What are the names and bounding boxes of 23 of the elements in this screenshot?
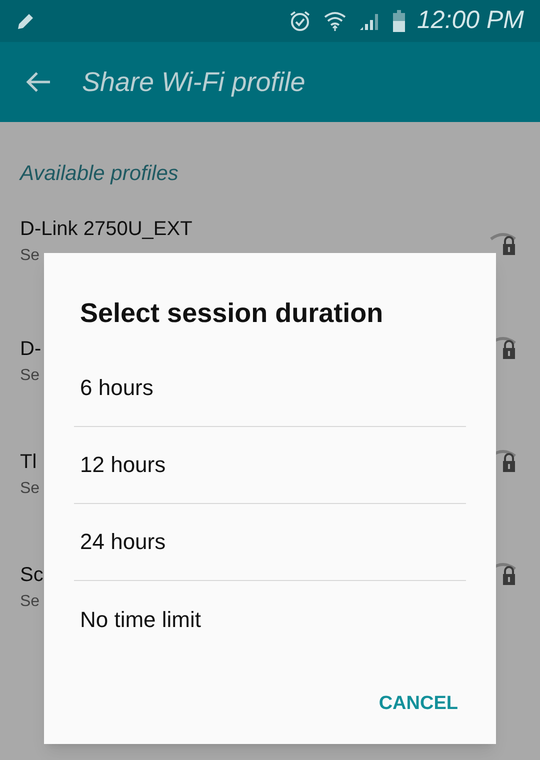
profile-name: Sc bbox=[20, 562, 44, 588]
battery-icon bbox=[392, 10, 405, 32]
dialog-title: Select session duration bbox=[79, 297, 384, 330]
pencil-icon bbox=[16, 11, 36, 31]
duration-option[interactable]: 6 hours bbox=[74, 350, 466, 426]
alarm-clock-icon bbox=[288, 10, 311, 32]
duration-option[interactable]: 24 hours bbox=[74, 504, 466, 580]
profile-subtitle: Se bbox=[20, 478, 40, 498]
back-arrow-icon bbox=[26, 71, 52, 93]
status-time: 12:00 PM bbox=[416, 5, 524, 36]
profile-name: Tl bbox=[20, 450, 38, 474]
duration-option[interactable]: No time limit bbox=[74, 580, 466, 658]
section-header: Available profiles bbox=[20, 161, 180, 187]
duration-option[interactable]: 12 hours bbox=[74, 426, 466, 504]
profile-name: D- bbox=[20, 336, 42, 362]
profile-subtitle: Se bbox=[20, 366, 41, 386]
profile-subtitle: Se bbox=[20, 592, 41, 612]
signal-icon bbox=[358, 11, 381, 31]
cancel-button[interactable]: CANCEL bbox=[370, 682, 466, 726]
wifi-icon bbox=[322, 10, 347, 32]
app-bar-title: Share Wi-Fi profile bbox=[82, 66, 306, 99]
profile-subtitle: Se bbox=[20, 246, 41, 266]
profile-name: D-Link 2750U_EXT bbox=[20, 216, 192, 242]
